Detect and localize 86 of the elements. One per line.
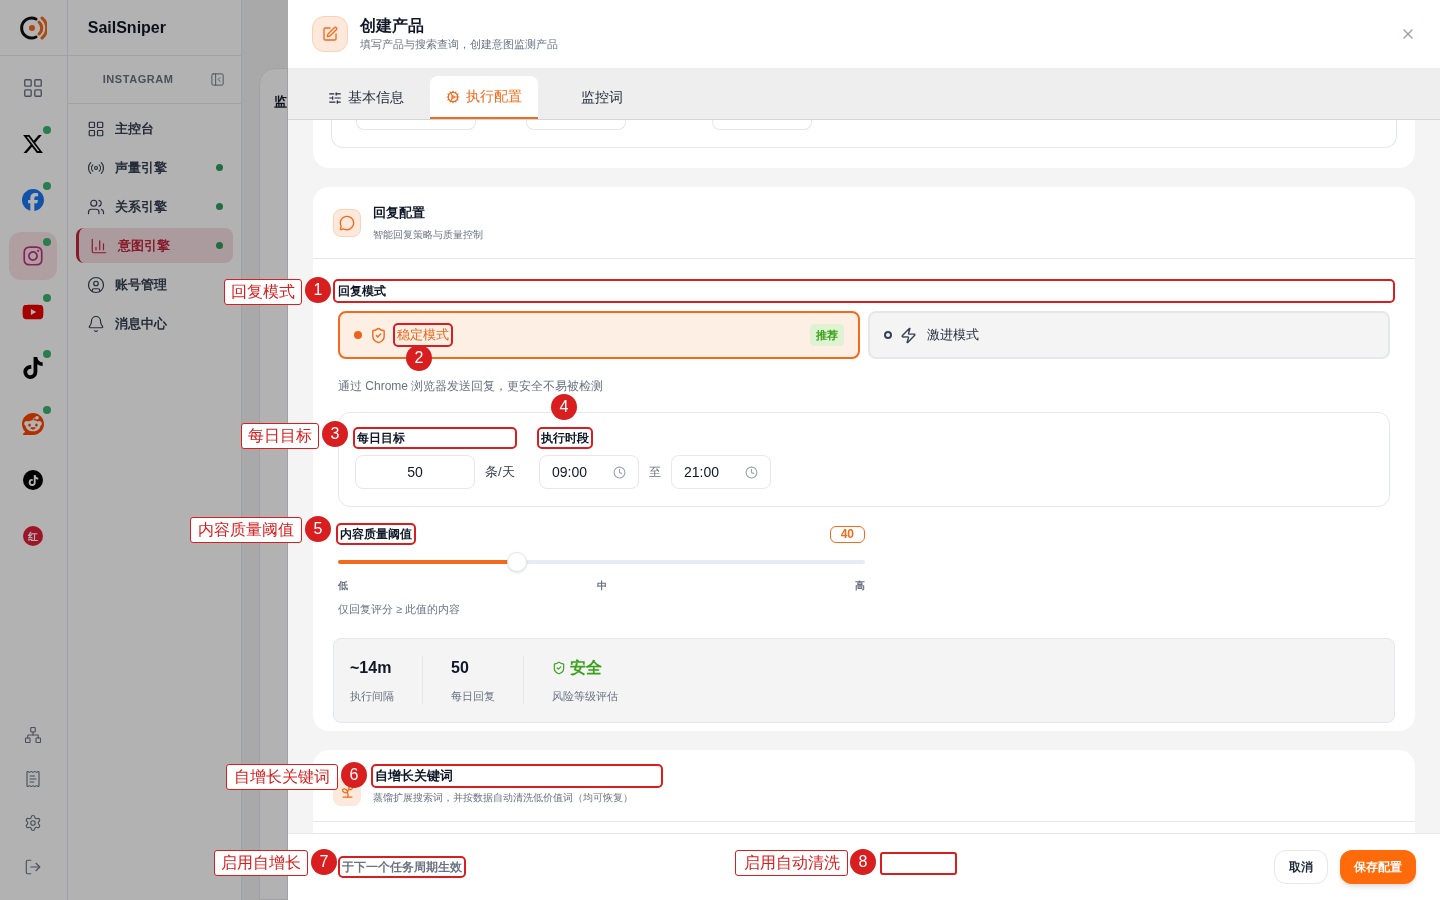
receipt-icon[interactable] xyxy=(24,770,43,788)
annotation-label: 回复模式 xyxy=(224,279,302,305)
scale-label: 低 xyxy=(338,579,348,593)
instagram-logo-icon xyxy=(22,245,45,267)
mode-label: 稳定模式 xyxy=(395,325,451,345)
scale-label: 中 xyxy=(596,579,607,593)
stat-value: 安全 xyxy=(552,655,618,680)
field-label: 回复模式 xyxy=(335,281,1393,301)
tab[interactable]: 监控词 xyxy=(548,76,656,119)
grid-icon xyxy=(86,119,105,138)
chat-icon xyxy=(333,208,361,237)
grid-icon xyxy=(22,77,45,99)
sidebar-item[interactable]: 声量引擎 xyxy=(75,150,233,185)
card-subtitle: 智能回复策略与质量控制 xyxy=(373,227,483,242)
end-time-field[interactable]: 21:00 xyxy=(671,455,771,489)
stat-label: 风险等级评估 xyxy=(552,688,618,704)
sidebar-item[interactable]: 消息中心 xyxy=(75,306,177,341)
annotation-label: 启用自动清洗 xyxy=(735,850,848,876)
stat-label: 每日回复 xyxy=(451,688,495,704)
start-time-field[interactable]: 09:00 xyxy=(539,455,639,489)
field-label: 每日目标 xyxy=(355,429,515,447)
input-field[interactable] xyxy=(712,120,812,130)
bar-chart-icon xyxy=(89,236,108,255)
threshold-value: 40 xyxy=(829,525,865,543)
stat-label: 执行间隔 xyxy=(350,688,394,704)
text-logo-icon: 红 xyxy=(23,526,44,546)
cancel-button[interactable]: 取消 xyxy=(1274,850,1328,884)
brand-name: SailSniper xyxy=(87,17,166,38)
edit-icon xyxy=(312,16,348,52)
users-icon xyxy=(86,197,105,216)
mode-hint: 通过 Chrome 浏览器发送回复，更安全不易被检测 xyxy=(338,378,605,395)
stat-value: ~14m xyxy=(350,657,393,678)
radio-indicator xyxy=(884,331,892,339)
range-separator: 至 xyxy=(649,464,661,481)
annotation-label: 每日目标 xyxy=(241,423,319,449)
x-logo-icon xyxy=(22,133,45,155)
field-label: 执行时段 xyxy=(539,429,591,447)
platform-button[interactable] xyxy=(9,232,58,280)
sidebar-header: INSTAGRAM xyxy=(102,72,174,88)
sidebar-item[interactable]: 关系引擎 xyxy=(75,189,233,224)
shield-icon xyxy=(552,660,566,675)
settings-icon[interactable] xyxy=(24,814,43,832)
annotation-label: 启用自增长 xyxy=(214,850,308,876)
drawer-title: 创建产品 xyxy=(360,15,425,36)
slider-thumb[interactable] xyxy=(507,552,528,572)
card-title: 自增长关键词 xyxy=(373,766,661,786)
stat-value: 50 xyxy=(451,657,470,678)
logout-icon[interactable] xyxy=(24,858,43,876)
card-title: 回复配置 xyxy=(373,204,426,223)
scale-label: 高 xyxy=(855,579,865,593)
annotation-label: 自增长关键词 xyxy=(226,764,338,790)
platform-button[interactable]: 红 xyxy=(9,512,58,560)
unit-label: 条/天 xyxy=(485,463,515,482)
card-subtitle: 蒸馏扩展搜索词，并按数据自动清洗低价值词（均可恢复） xyxy=(373,790,634,805)
input-field[interactable] xyxy=(526,120,626,130)
bell-icon xyxy=(86,314,105,333)
drawer-subtitle: 填写产品与搜索查询，创建意图监测产品 xyxy=(360,36,558,52)
tiktok-logo-icon xyxy=(22,357,45,379)
user-circle-icon xyxy=(86,275,105,294)
sidebar-item[interactable]: 意图引擎 xyxy=(75,228,233,263)
field-label: 内容质量阈值 xyxy=(338,525,414,543)
mode-label: 激进模式 xyxy=(926,326,980,345)
clock-icon xyxy=(613,465,626,479)
radio-indicator xyxy=(354,331,362,339)
threshold-hint: 仅回复评分 ≥ 此值的内容 xyxy=(338,602,462,617)
logo-icon xyxy=(19,13,48,42)
input-field[interactable] xyxy=(356,120,476,130)
tab[interactable]: 基本信息 xyxy=(312,76,420,119)
facebook-logo-icon xyxy=(22,189,45,211)
gear-icon xyxy=(446,89,460,104)
sliders-icon xyxy=(328,90,342,105)
footer-note: 于下一个任务周期生效 xyxy=(340,858,464,876)
shield-icon xyxy=(370,326,387,344)
page-title: 监 xyxy=(274,94,287,109)
mode-option[interactable]: 激进模式 xyxy=(868,311,1390,359)
sidebar-item[interactable]: 主控台 xyxy=(75,111,164,146)
recommended-badge: 推荐 xyxy=(810,323,844,347)
clock-icon xyxy=(745,465,758,479)
collapse-icon[interactable] xyxy=(210,72,225,87)
sidebar-item[interactable]: 账号管理 xyxy=(75,267,177,302)
network-icon[interactable] xyxy=(24,726,43,744)
lightning-icon xyxy=(900,326,917,344)
reddit-logo-icon xyxy=(22,413,45,435)
annotation-label: 内容质量阈值 xyxy=(190,517,302,543)
tiktok-logo-icon xyxy=(23,470,44,490)
daily-target-field[interactable]: 50 xyxy=(355,455,475,489)
